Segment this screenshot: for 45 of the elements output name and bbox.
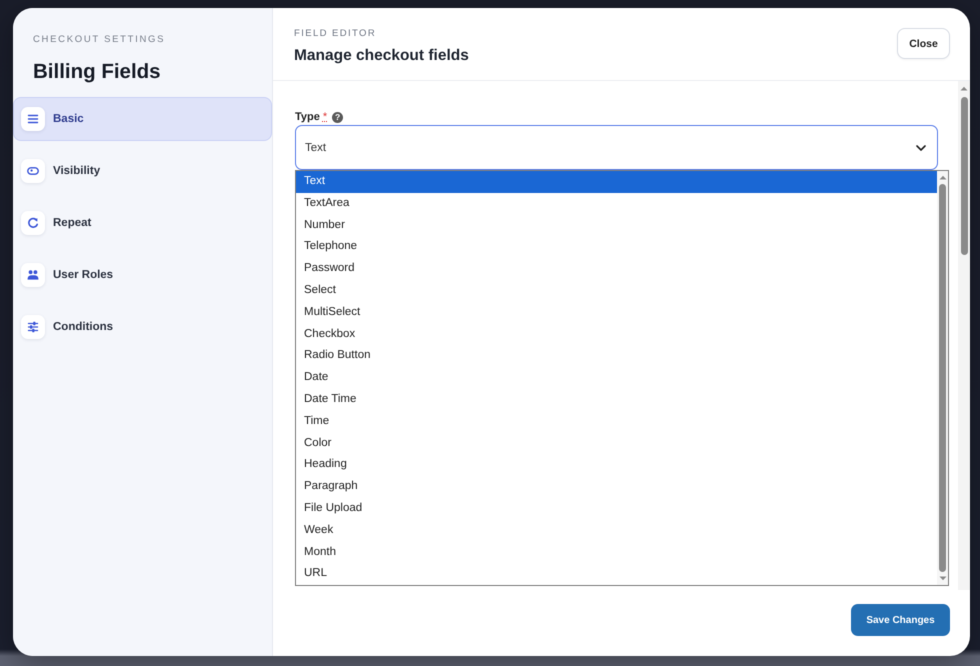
required-mark: * — [322, 111, 328, 123]
dropdown-option[interactable]: Number — [296, 214, 937, 236]
dropdown-option[interactable]: Time — [296, 410, 937, 433]
scrollbar[interactable] — [937, 171, 948, 586]
sidebar-item[interactable]: Conditions — [13, 305, 272, 349]
close-button[interactable]: Close — [897, 28, 950, 59]
dropdown-option[interactable]: Text — [296, 171, 937, 193]
scroll-down-arrow-icon[interactable] — [938, 576, 946, 582]
dropdown-option[interactable]: File Upload — [296, 498, 937, 520]
sidebar-item[interactable]: Visibility — [13, 149, 272, 193]
scrollbar[interactable] — [958, 81, 970, 590]
dropdown-option[interactable]: Telephone — [296, 236, 937, 258]
dropdown-option[interactable]: Week — [296, 520, 937, 542]
scroll-up-arrow-icon[interactable] — [960, 86, 968, 91]
dropdown-option[interactable]: Radio Button — [296, 345, 937, 368]
refresh-icon — [21, 211, 45, 235]
scroll-up-arrow-icon[interactable] — [938, 175, 946, 180]
field-label: Type — [295, 111, 320, 123]
sidebar-item[interactable]: Repeat — [13, 201, 272, 245]
dropdown-option[interactable]: Paragraph — [296, 476, 937, 498]
help-icon[interactable]: ? — [332, 112, 344, 122]
sliders-icon — [21, 315, 45, 339]
users-icon — [21, 263, 45, 287]
dropdown-option[interactable]: Month — [296, 542, 937, 564]
dropdown-option[interactable]: TextArea — [296, 192, 937, 215]
header-title: Manage checkout fields — [294, 46, 469, 66]
dropdown-option[interactable]: Password — [296, 258, 937, 280]
dropdown-option[interactable]: Date Time — [296, 388, 937, 411]
dropdown-option[interactable]: Color — [296, 432, 937, 454]
toggle-icon — [21, 159, 45, 183]
sidebar-eyebrow: CHECKOUT SETTINGS — [32, 34, 166, 45]
save-button[interactable]: Save Changes — [851, 604, 950, 636]
type-select[interactable]: Text — [295, 125, 938, 170]
dropdown-option[interactable]: Select — [296, 280, 937, 302]
header-eyebrow: FIELD EDITOR — [294, 28, 378, 40]
dropdown-option[interactable]: Date — [296, 367, 937, 389]
dropdown-option[interactable]: URL — [296, 563, 937, 586]
menu-icon — [21, 107, 45, 131]
sidebar-item[interactable]: User Roles — [13, 253, 272, 297]
chevron-down-icon — [916, 144, 926, 150]
dropdown-option[interactable]: Checkbox — [296, 324, 937, 346]
dropdown-option[interactable]: MultiSelect — [296, 302, 937, 324]
sidebar-item[interactable]: Basic — [13, 97, 272, 141]
sidebar-title: Billing Fields — [32, 59, 162, 85]
dropdown-option[interactable]: Heading — [296, 454, 937, 476]
